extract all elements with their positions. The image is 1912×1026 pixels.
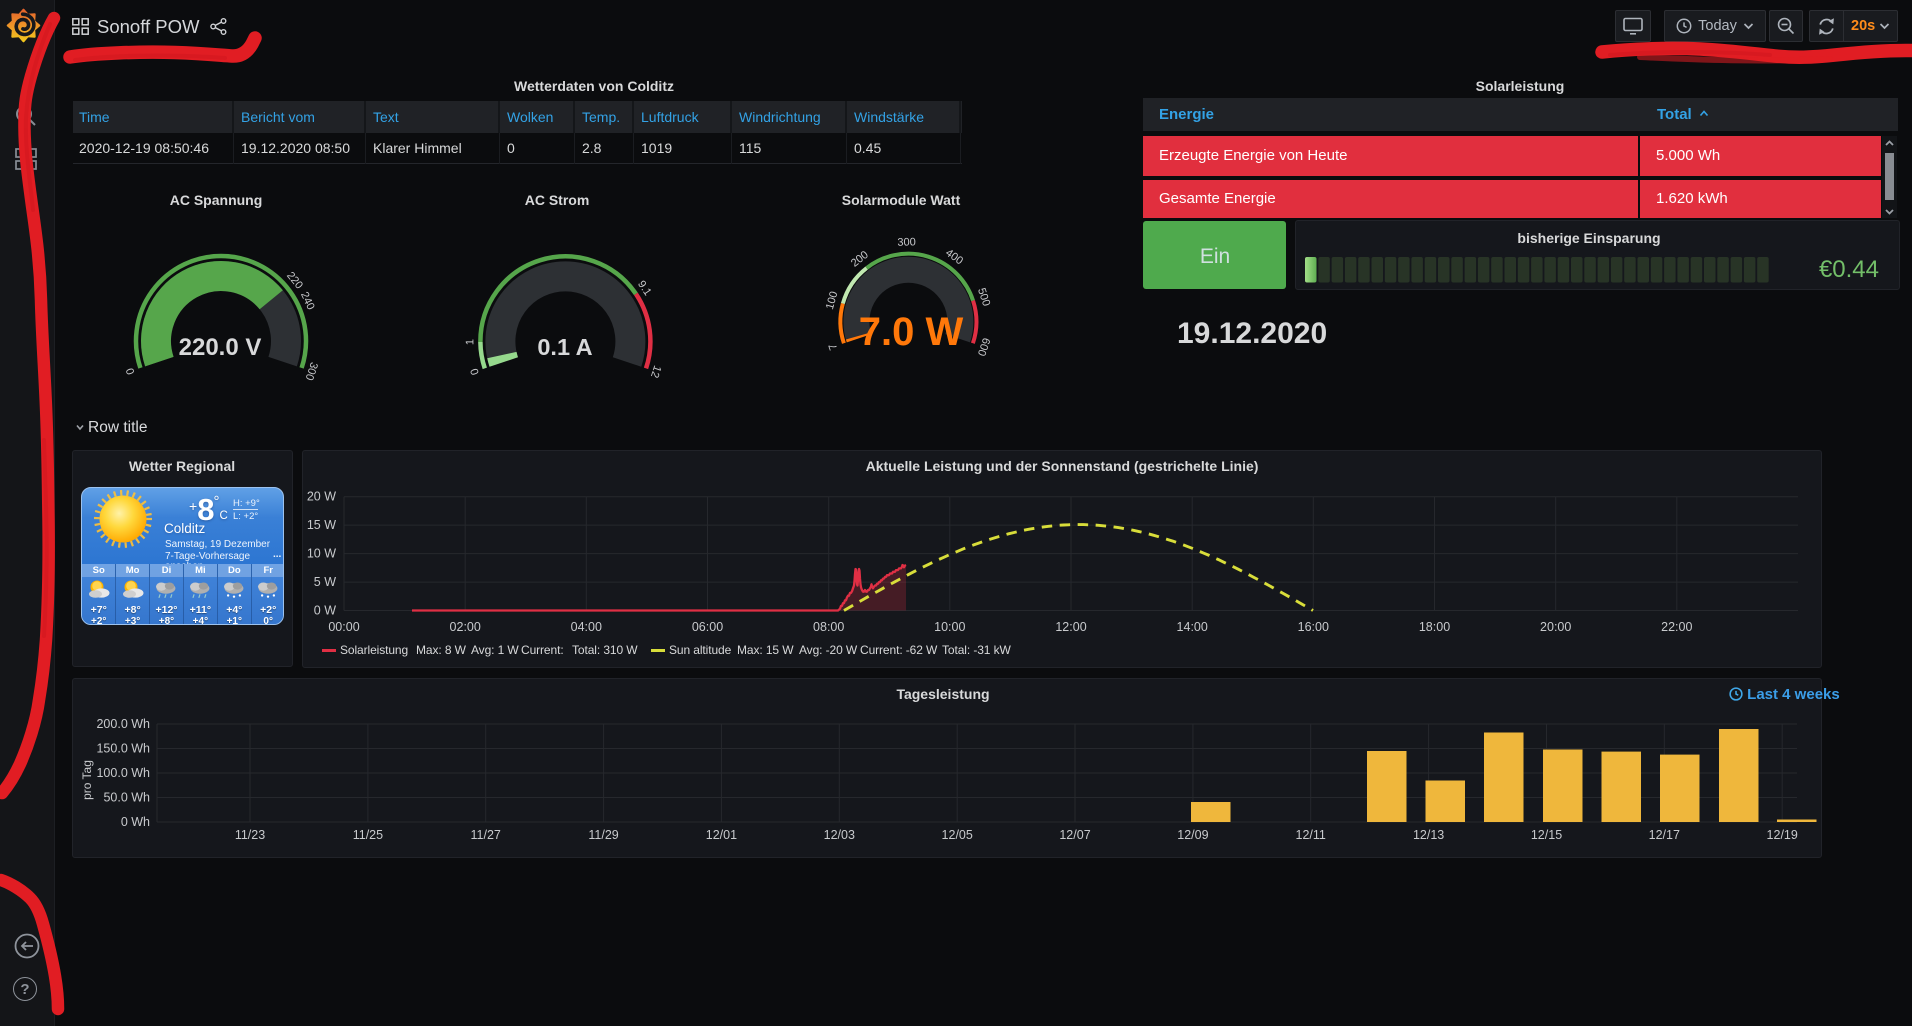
svg-text:12/15: 12/15 xyxy=(1531,828,1562,842)
svg-text:11/27: 11/27 xyxy=(471,828,501,842)
svg-text:08:00: 08:00 xyxy=(813,620,844,634)
svg-text:11/29: 11/29 xyxy=(588,828,618,842)
svg-text:12/11: 12/11 xyxy=(1296,828,1326,842)
svg-text:12/09: 12/09 xyxy=(1177,828,1208,842)
svg-text:0: 0 xyxy=(124,366,137,376)
svg-text:22:00: 22:00 xyxy=(1661,620,1692,634)
svg-text:7: 7 xyxy=(827,342,840,352)
svg-text:11/25: 11/25 xyxy=(353,828,383,842)
svg-text:02:00: 02:00 xyxy=(450,620,481,634)
svg-text:1: 1 xyxy=(464,339,476,345)
svg-text:12/01: 12/01 xyxy=(706,828,737,842)
svg-text:20:00: 20:00 xyxy=(1540,620,1571,634)
svg-text:15 W: 15 W xyxy=(307,518,336,532)
svg-text:100: 100 xyxy=(824,290,840,311)
svg-text:12:00: 12:00 xyxy=(1055,620,1086,634)
svg-text:12/17: 12/17 xyxy=(1649,828,1680,842)
svg-text:12/19: 12/19 xyxy=(1767,828,1798,842)
svg-text:50.0 Wh: 50.0 Wh xyxy=(103,791,150,805)
svg-text:16:00: 16:00 xyxy=(1298,620,1329,634)
svg-text:12/07: 12/07 xyxy=(1059,828,1090,842)
svg-text:0: 0 xyxy=(469,367,482,377)
svg-text:0 W: 0 W xyxy=(314,604,336,618)
svg-text:14:00: 14:00 xyxy=(1177,620,1208,634)
svg-text:220.0 V: 220.0 V xyxy=(179,334,262,361)
svg-text:150.0 Wh: 150.0 Wh xyxy=(96,742,150,756)
svg-text:04:00: 04:00 xyxy=(571,620,602,634)
svg-text:100.0 Wh: 100.0 Wh xyxy=(96,766,150,780)
svg-text:10 W: 10 W xyxy=(307,547,336,561)
svg-text:200.0 Wh: 200.0 Wh xyxy=(96,717,150,731)
svg-text:12/05: 12/05 xyxy=(942,828,973,842)
svg-text:20 W: 20 W xyxy=(307,490,336,504)
svg-text:12/13: 12/13 xyxy=(1413,828,1444,842)
svg-text:10:00: 10:00 xyxy=(934,620,965,634)
svg-text:500: 500 xyxy=(975,287,992,308)
svg-text:12/03: 12/03 xyxy=(824,828,855,842)
svg-text:0 Wh: 0 Wh xyxy=(121,815,150,829)
svg-text:06:00: 06:00 xyxy=(692,620,723,634)
svg-text:0.1 A: 0.1 A xyxy=(537,334,592,360)
svg-text:7.0 W: 7.0 W xyxy=(859,310,964,354)
svg-text:11/23: 11/23 xyxy=(235,828,265,842)
svg-text:12: 12 xyxy=(648,364,663,379)
svg-text:600: 600 xyxy=(975,336,992,357)
svg-text:5 W: 5 W xyxy=(314,575,336,589)
svg-text:18:00: 18:00 xyxy=(1419,620,1450,634)
svg-text:00:00: 00:00 xyxy=(328,620,359,634)
svg-text:300: 300 xyxy=(897,236,916,248)
